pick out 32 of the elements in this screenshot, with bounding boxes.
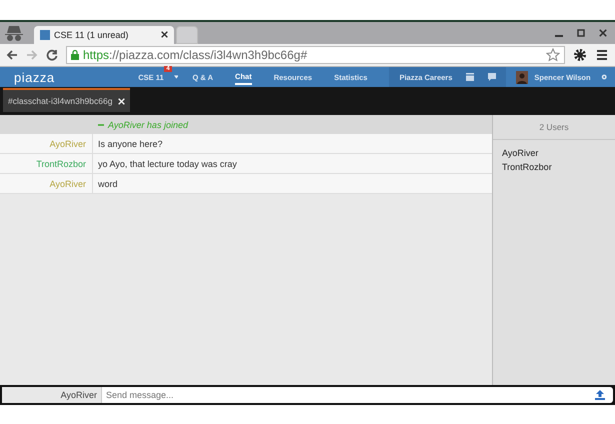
- chat-bubble-icon[interactable]: [488, 73, 496, 81]
- close-icon[interactable]: [599, 29, 607, 37]
- message-field[interactable]: Send message...: [102, 389, 595, 401]
- star-icon[interactable]: [546, 48, 560, 62]
- user-list-item[interactable]: AyoRiver: [502, 148, 606, 158]
- caret-icon[interactable]: [174, 75, 178, 79]
- message-author: AyoRiver: [0, 174, 93, 193]
- close-icon[interactable]: [161, 31, 168, 38]
- browser-tab[interactable]: CSE 11 (1 unread): [34, 26, 174, 44]
- calendar-icon[interactable]: [466, 73, 474, 81]
- maximize-icon[interactable]: [577, 29, 585, 37]
- reload-icon[interactable]: [46, 49, 58, 61]
- message-text: yo Ayo, that lecture today was cray: [97, 158, 237, 168]
- address-bar[interactable]: https://piazza.com/class/i3l4wn3h9bc66g#: [66, 46, 565, 64]
- avatar-icon[interactable]: [516, 70, 528, 84]
- message-text: word: [97, 178, 118, 188]
- author-name: AyoRiver: [2, 387, 102, 403]
- join-notice: AyoRiver has joined: [0, 115, 492, 134]
- lock-icon: [71, 50, 79, 60]
- favicon-icon: [40, 30, 50, 40]
- piazza-logo[interactable]: piazza: [14, 70, 134, 84]
- upload-icon[interactable]: [595, 390, 605, 400]
- back-icon[interactable]: [6, 49, 18, 61]
- message-text: Is anyone here?: [97, 138, 163, 148]
- message-author: TrontRozbor: [0, 154, 93, 173]
- message-composer[interactable]: AyoRiver Send message...: [2, 387, 613, 403]
- settings-icon[interactable]: [573, 48, 587, 62]
- incognito-icon: [4, 24, 24, 42]
- menu-icon[interactable]: [595, 48, 609, 62]
- user-list-item[interactable]: TrontRozbor: [502, 162, 606, 172]
- message-author: AyoRiver: [0, 134, 93, 153]
- channel-tab[interactable]: #classchat-i3l4wn3h9bc66g: [3, 88, 130, 112]
